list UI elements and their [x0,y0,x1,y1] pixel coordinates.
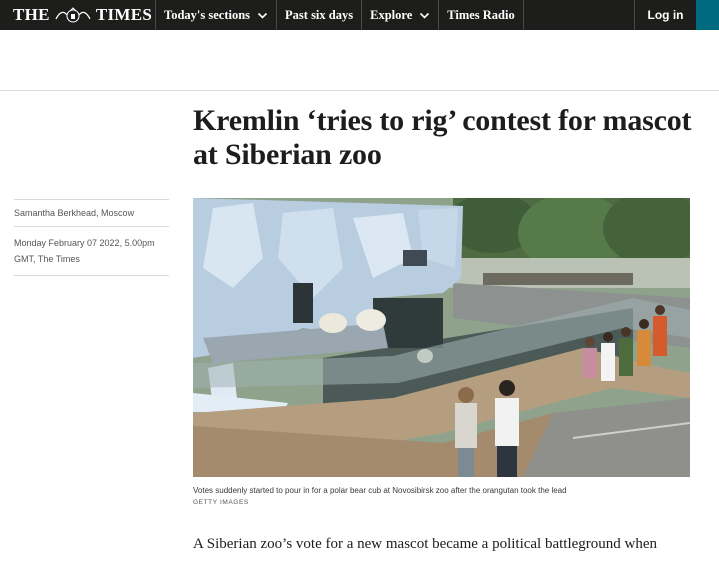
article-body-paragraph: A Siberian zoo’s vote for a new mascot b… [193,536,658,552]
crest-icon [54,7,92,23]
subscribe-button[interactable] [696,0,719,30]
top-nav-bar: THE TIMES Today's sections Past six days… [0,0,719,30]
nav-todays-sections[interactable]: Today's sections [156,0,278,30]
nav-label: Today's sections [164,7,251,22]
nav-label: Times Radio [447,7,515,22]
times-logo[interactable]: THE TIMES [0,0,156,30]
chevron-down-icon [257,10,268,21]
article-byline: Samantha Berkhead, Moscow Monday Februar… [14,199,169,276]
login-button[interactable]: Log in [634,0,696,30]
logo-text-times: TIMES [95,5,153,24]
nav-label: Past six days [285,7,354,22]
nav-past-six-days[interactable]: Past six days [277,0,363,30]
nav-label: Explore [370,7,413,22]
chevron-down-icon [419,10,430,21]
photo-credit: GETTY IMAGES [193,499,249,506]
divider [14,275,169,276]
logo-text-the: THE [13,5,50,24]
photo-caption: Votes suddenly started to pour in for a … [193,486,567,495]
author-name[interactable]: Samantha Berkhead, Moscow [14,200,169,226]
login-label: Log in [647,8,684,22]
nav-explore[interactable]: Explore [362,0,440,30]
nav-times-radio[interactable]: Times Radio [439,0,524,30]
article-photo [193,198,690,477]
publish-date: Monday February 07 2022, 5.00pm GMT, The… [14,238,155,264]
ad-slot [0,30,719,91]
article-headline: Kremlin ‘tries to rig’ contest for masco… [193,104,692,171]
